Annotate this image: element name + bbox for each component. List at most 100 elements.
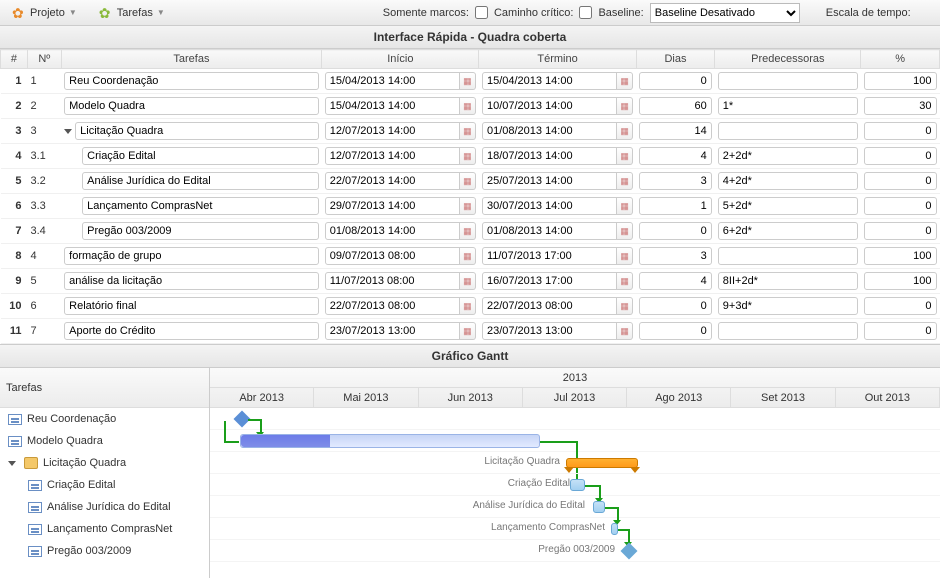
calendar-icon[interactable]: ▦	[617, 172, 633, 190]
table-row[interactable]: 2 2 ▦ ▦	[1, 94, 940, 119]
calendar-icon[interactable]: ▦	[460, 272, 476, 290]
col-tarefas[interactable]: Tarefas	[61, 50, 322, 69]
calendar-icon[interactable]: ▦	[617, 197, 633, 215]
baseline-select[interactable]: Baseline Desativado	[650, 3, 800, 23]
tree-item[interactable]: Lançamento ComprasNet	[0, 518, 209, 540]
predecessors-input[interactable]	[718, 322, 858, 340]
percent-input[interactable]	[864, 197, 937, 215]
percent-input[interactable]	[864, 247, 937, 265]
col-no[interactable]: Nº	[27, 50, 61, 69]
calendar-icon[interactable]: ▦	[460, 172, 476, 190]
task-bar[interactable]	[570, 479, 585, 491]
start-date-input[interactable]	[325, 197, 460, 215]
tree-item[interactable]: Pregão 003/2009	[0, 540, 209, 562]
task-name-input[interactable]	[64, 247, 319, 265]
task-name-input[interactable]	[64, 72, 319, 90]
milestone-bar[interactable]	[621, 543, 638, 560]
calendar-icon[interactable]: ▦	[460, 72, 476, 90]
percent-input[interactable]	[864, 97, 937, 115]
start-date-input[interactable]	[325, 222, 460, 240]
predecessors-input[interactable]	[718, 272, 858, 290]
calendar-icon[interactable]: ▦	[617, 272, 633, 290]
days-input[interactable]	[639, 272, 712, 290]
end-date-input[interactable]	[482, 322, 617, 340]
percent-input[interactable]	[864, 172, 937, 190]
gantt-chart[interactable]: 2013 Abr 2013Mai 2013Jun 2013Jul 2013Ago…	[210, 368, 940, 578]
percent-input[interactable]	[864, 272, 937, 290]
tree-item[interactable]: Licitação Quadra	[0, 452, 209, 474]
col-hash[interactable]: #	[1, 50, 28, 69]
percent-input[interactable]	[864, 297, 937, 315]
col-termino[interactable]: Término	[479, 50, 636, 69]
col-pct[interactable]: %	[861, 50, 940, 69]
expand-icon[interactable]	[64, 129, 72, 134]
days-input[interactable]	[639, 97, 712, 115]
percent-input[interactable]	[864, 147, 937, 165]
end-date-input[interactable]	[482, 297, 617, 315]
table-row[interactable]: 11 7 ▦ ▦	[1, 319, 940, 344]
task-name-input[interactable]	[82, 147, 319, 165]
percent-input[interactable]	[864, 122, 937, 140]
days-input[interactable]	[639, 147, 712, 165]
calendar-icon[interactable]: ▦	[460, 322, 476, 340]
start-date-input[interactable]	[325, 247, 460, 265]
start-date-input[interactable]	[325, 297, 460, 315]
task-name-input[interactable]	[82, 172, 319, 190]
days-input[interactable]	[639, 297, 712, 315]
table-row[interactable]: 5 3.2 ▦ ▦	[1, 169, 940, 194]
tarefas-menu[interactable]: Tarefas ▼	[95, 4, 169, 22]
predecessors-input[interactable]	[718, 247, 858, 265]
end-date-input[interactable]	[482, 222, 617, 240]
percent-input[interactable]	[864, 222, 937, 240]
predecessors-input[interactable]	[718, 197, 858, 215]
projeto-menu[interactable]: Projeto ▼	[8, 4, 81, 22]
tree-item[interactable]: Criação Edital	[0, 474, 209, 496]
days-input[interactable]	[639, 222, 712, 240]
predecessors-input[interactable]	[718, 222, 858, 240]
start-date-input[interactable]	[325, 172, 460, 190]
calendar-icon[interactable]: ▦	[460, 297, 476, 315]
calendar-icon[interactable]: ▦	[617, 247, 633, 265]
end-date-input[interactable]	[482, 97, 617, 115]
start-date-input[interactable]	[325, 322, 460, 340]
predecessors-input[interactable]	[718, 172, 858, 190]
somente-marcos-checkbox[interactable]	[475, 6, 488, 19]
end-date-input[interactable]	[482, 122, 617, 140]
end-date-input[interactable]	[482, 197, 617, 215]
col-inicio[interactable]: Início	[322, 50, 479, 69]
table-row[interactable]: 4 3.1 ▦ ▦	[1, 144, 940, 169]
end-date-input[interactable]	[482, 247, 617, 265]
task-name-input[interactable]	[82, 197, 319, 215]
expand-icon[interactable]	[8, 461, 16, 466]
start-date-input[interactable]	[325, 72, 460, 90]
task-name-input[interactable]	[64, 322, 319, 340]
predecessors-input[interactable]	[718, 97, 858, 115]
task-name-input[interactable]	[82, 222, 319, 240]
predecessors-input[interactable]	[718, 147, 858, 165]
predecessors-input[interactable]	[718, 122, 858, 140]
end-date-input[interactable]	[482, 72, 617, 90]
start-date-input[interactable]	[325, 122, 460, 140]
calendar-icon[interactable]: ▦	[617, 122, 633, 140]
table-row[interactable]: 8 4 ▦ ▦	[1, 244, 940, 269]
days-input[interactable]	[639, 122, 712, 140]
calendar-icon[interactable]: ▦	[460, 197, 476, 215]
calendar-icon[interactable]: ▦	[617, 297, 633, 315]
calendar-icon[interactable]: ▦	[460, 222, 476, 240]
predecessors-input[interactable]	[718, 297, 858, 315]
start-date-input[interactable]	[325, 147, 460, 165]
tree-item[interactable]: Reu Coordenação	[0, 408, 209, 430]
percent-input[interactable]	[864, 322, 937, 340]
col-pred[interactable]: Predecessoras	[715, 50, 861, 69]
calendar-icon[interactable]: ▦	[460, 147, 476, 165]
task-name-input[interactable]	[75, 122, 319, 140]
calendar-icon[interactable]: ▦	[617, 147, 633, 165]
caminho-critico-checkbox[interactable]	[579, 6, 592, 19]
calendar-icon[interactable]: ▦	[460, 97, 476, 115]
task-name-input[interactable]	[64, 272, 319, 290]
end-date-input[interactable]	[482, 272, 617, 290]
table-row[interactable]: 6 3.3 ▦ ▦	[1, 194, 940, 219]
days-input[interactable]	[639, 247, 712, 265]
calendar-icon[interactable]: ▦	[617, 222, 633, 240]
task-bar[interactable]	[611, 523, 618, 535]
